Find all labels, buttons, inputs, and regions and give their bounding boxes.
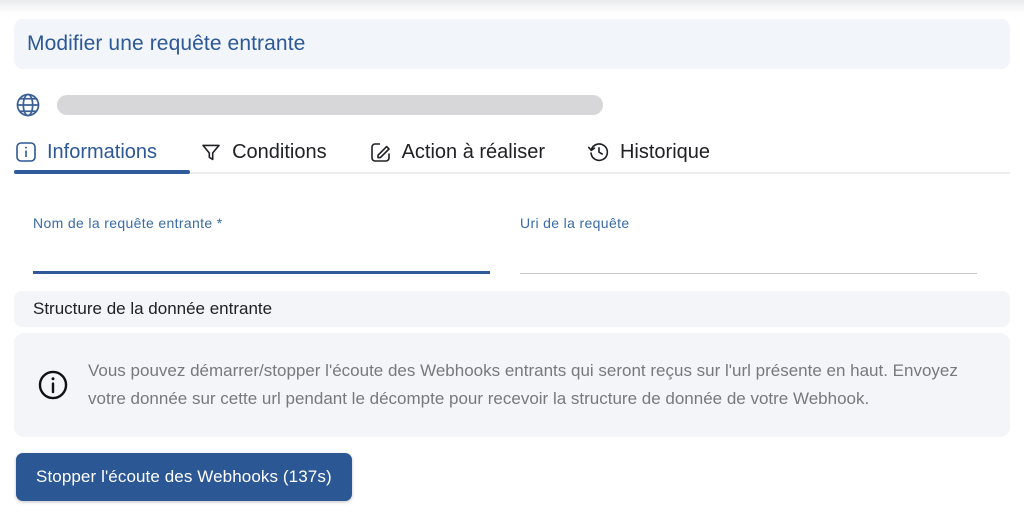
- section-header-structure-donnee: Structure de la donnée entrante: [14, 291, 1010, 327]
- nom-requete-entrante-input[interactable]: [33, 245, 490, 271]
- uri-requete-input[interactable]: [520, 245, 977, 271]
- field-underline-default: [520, 273, 977, 274]
- globe-icon: [14, 91, 42, 119]
- info-alert: Vous pouvez démarrer/stopper l'écoute de…: [14, 333, 1010, 437]
- filter-funnel-icon: [199, 140, 223, 164]
- tab-label: Historique: [619, 140, 711, 163]
- field-nom-de-la-requete-entrante: Nom de la requête entrante *: [33, 205, 490, 277]
- form-row: Nom de la requête entrante * Uri de la r…: [0, 205, 1024, 277]
- field-underline-focused: [33, 271, 490, 274]
- field-label: Nom de la requête entrante *: [33, 215, 223, 231]
- page-title: Modifier une requête entrante: [27, 32, 306, 55]
- tab-label: Informations: [47, 140, 158, 163]
- info-square-icon: [14, 140, 38, 164]
- page-title-banner: Modifier une requête entrante: [14, 19, 1010, 69]
- field-label: Uri de la requête: [520, 215, 630, 231]
- tab-conditions[interactable]: Conditions: [199, 133, 327, 171]
- info-alert-text: Vous pouvez démarrer/stopper l'écoute de…: [88, 361, 958, 408]
- edit-square-icon: [369, 140, 393, 164]
- tab-historique[interactable]: Historique: [587, 133, 710, 171]
- tab-action-a-realiser[interactable]: Action à réaliser: [369, 133, 545, 171]
- active-tab-indicator: [14, 170, 190, 174]
- tab-informations[interactable]: Informations: [14, 133, 157, 171]
- stop-webhook-listening-button[interactable]: Stopper l'écoute des Webhooks (137s): [16, 453, 352, 501]
- info-circle-icon: [36, 368, 70, 402]
- request-url-masked-bar[interactable]: [57, 95, 603, 115]
- section-title: Structure de la donnée entrante: [33, 299, 273, 318]
- tab-label: Conditions: [232, 140, 327, 163]
- history-clock-icon: [587, 140, 611, 164]
- request-url-row: [14, 88, 1010, 122]
- field-uri-de-la-requete: Uri de la requête: [520, 205, 977, 277]
- tab-label: Action à réaliser: [401, 140, 545, 163]
- edit-incoming-request-page: Modifier une requête entrante Informatio…: [0, 0, 1024, 532]
